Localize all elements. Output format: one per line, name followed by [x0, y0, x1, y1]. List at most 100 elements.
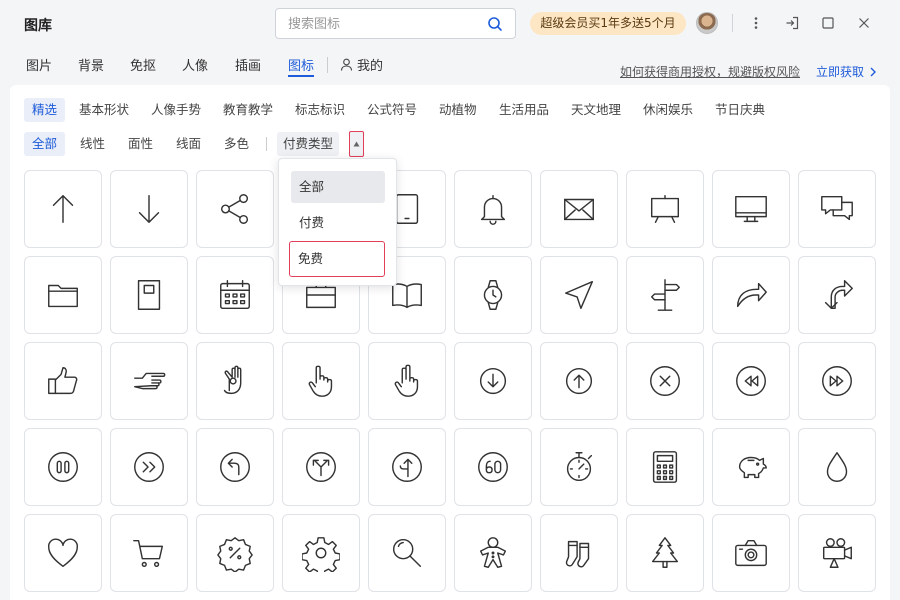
style-chip[interactable]: 线性 [72, 132, 113, 156]
heart-icon [48, 538, 78, 568]
tab-illustrations[interactable]: 插画 [235, 55, 261, 74]
close-button[interactable] [853, 12, 875, 34]
shopping-cart-icon [133, 539, 164, 568]
icon-tile[interactable] [196, 256, 274, 334]
circle-split-arrows-icon [306, 452, 336, 482]
icon-tile[interactable] [282, 514, 360, 592]
icon-tile[interactable] [196, 514, 274, 592]
avatar[interactable] [696, 12, 718, 34]
icon-tile[interactable] [110, 170, 188, 248]
icon-tile[interactable] [712, 342, 790, 420]
style-chip[interactable]: 线面 [168, 132, 209, 156]
style-chip[interactable]: 面性 [120, 132, 161, 156]
vip-promo-button[interactable]: 超级会员买1年多送5个月 [530, 12, 686, 35]
icon-tile[interactable] [798, 514, 876, 592]
icon-tile[interactable] [196, 428, 274, 506]
icon-tile[interactable] [540, 342, 618, 420]
tab-images[interactable]: 图片 [26, 55, 52, 74]
icon-tile[interactable] [626, 428, 704, 506]
category-chip[interactable]: 基本形状 [71, 98, 137, 122]
category-chip[interactable]: 节日庆典 [707, 98, 773, 122]
category-chip[interactable]: 动植物 [431, 98, 485, 122]
stopwatch-icon [566, 452, 593, 482]
calculator-icon [652, 451, 678, 483]
category-chip[interactable]: 标志标识 [287, 98, 353, 122]
gingerbread-man-icon [479, 537, 507, 568]
movie-camera-icon [822, 538, 852, 568]
icon-tile[interactable] [712, 428, 790, 506]
icon-tile[interactable] [24, 256, 102, 334]
icon-tile[interactable] [454, 428, 532, 506]
icon-tile[interactable] [712, 514, 790, 592]
icon-tile[interactable] [626, 514, 704, 592]
category-chip[interactable]: 公式符号 [359, 98, 425, 122]
icon-tile[interactable] [282, 342, 360, 420]
tab-mine[interactable]: 我的 [340, 55, 383, 74]
pay-type-toggle[interactable] [349, 131, 364, 157]
caret-up-icon [353, 141, 360, 147]
category-chip[interactable]: 天文地理 [563, 98, 629, 122]
icon-tile[interactable] [24, 514, 102, 592]
icon-tile[interactable] [368, 514, 446, 592]
icon-tile[interactable] [626, 256, 704, 334]
exit-button[interactable] [781, 12, 803, 34]
filter-divider [266, 137, 267, 151]
style-chip[interactable]: 全部 [24, 132, 66, 156]
category-chip[interactable]: 教育教学 [215, 98, 281, 122]
pay-type-select[interactable]: 付费类型 [277, 132, 340, 156]
icon-tile[interactable] [454, 256, 532, 334]
icon-tile[interactable] [196, 170, 274, 248]
icon-tile[interactable] [24, 428, 102, 506]
pay-option-all[interactable]: 全部 [291, 171, 385, 203]
search-icon[interactable] [487, 16, 503, 32]
search-input[interactable] [288, 15, 478, 33]
icon-tile[interactable] [110, 342, 188, 420]
app-title: 图库 [24, 18, 52, 34]
icon-tile[interactable] [282, 428, 360, 506]
circle-close-icon [650, 366, 680, 396]
icon-tile[interactable] [712, 170, 790, 248]
icon-tile[interactable] [24, 342, 102, 420]
icon-tile[interactable] [540, 170, 618, 248]
license-info-link[interactable]: 如何获得商用授权，规避版权风险 [620, 63, 800, 80]
icon-tile[interactable] [454, 514, 532, 592]
icon-tile[interactable] [196, 342, 274, 420]
icon-tile[interactable] [110, 514, 188, 592]
icon-tile[interactable] [540, 256, 618, 334]
icon-tile[interactable] [368, 428, 446, 506]
icon-tile[interactable] [368, 342, 446, 420]
style-chip[interactable]: 多色 [216, 132, 257, 156]
maximize-button[interactable] [817, 12, 839, 34]
category-chip[interactable]: 精选 [24, 98, 66, 122]
icon-tile[interactable] [798, 428, 876, 506]
icon-tile[interactable] [798, 342, 876, 420]
icon-tile[interactable] [626, 342, 704, 420]
pay-option-paid[interactable]: 付费 [291, 207, 385, 239]
get-now-link[interactable]: 立即获取 [816, 63, 878, 80]
icon-tile[interactable] [540, 428, 618, 506]
presentation-board-icon [650, 194, 680, 224]
tab-portraits[interactable]: 人像 [182, 55, 208, 74]
icon-tile[interactable] [110, 256, 188, 334]
tab-backgrounds[interactable]: 背景 [78, 55, 104, 74]
icon-tile[interactable] [712, 256, 790, 334]
more-menu-button[interactable] [745, 12, 767, 34]
category-chip[interactable]: 休闲娱乐 [635, 98, 701, 122]
pay-option-free[interactable]: 免费 [289, 241, 385, 277]
icon-tile[interactable] [24, 170, 102, 248]
category-chip[interactable]: 人像手势 [143, 98, 209, 122]
search-box[interactable] [275, 8, 516, 39]
icon-tile[interactable] [454, 342, 532, 420]
icon-tile[interactable] [798, 170, 876, 248]
tab-icons[interactable]: 图标 [288, 55, 314, 74]
category-chip[interactable]: 生活用品 [491, 98, 557, 122]
icon-tile[interactable] [626, 170, 704, 248]
tab-cutouts[interactable]: 免抠 [130, 55, 156, 74]
icon-tile[interactable] [798, 256, 876, 334]
icon-tile[interactable] [540, 514, 618, 592]
icon-tile[interactable] [110, 428, 188, 506]
icon-tile[interactable] [454, 170, 532, 248]
circle-pause-icon [48, 452, 78, 482]
christmas-stockings-icon [565, 540, 590, 568]
gear-icon [302, 537, 340, 572]
